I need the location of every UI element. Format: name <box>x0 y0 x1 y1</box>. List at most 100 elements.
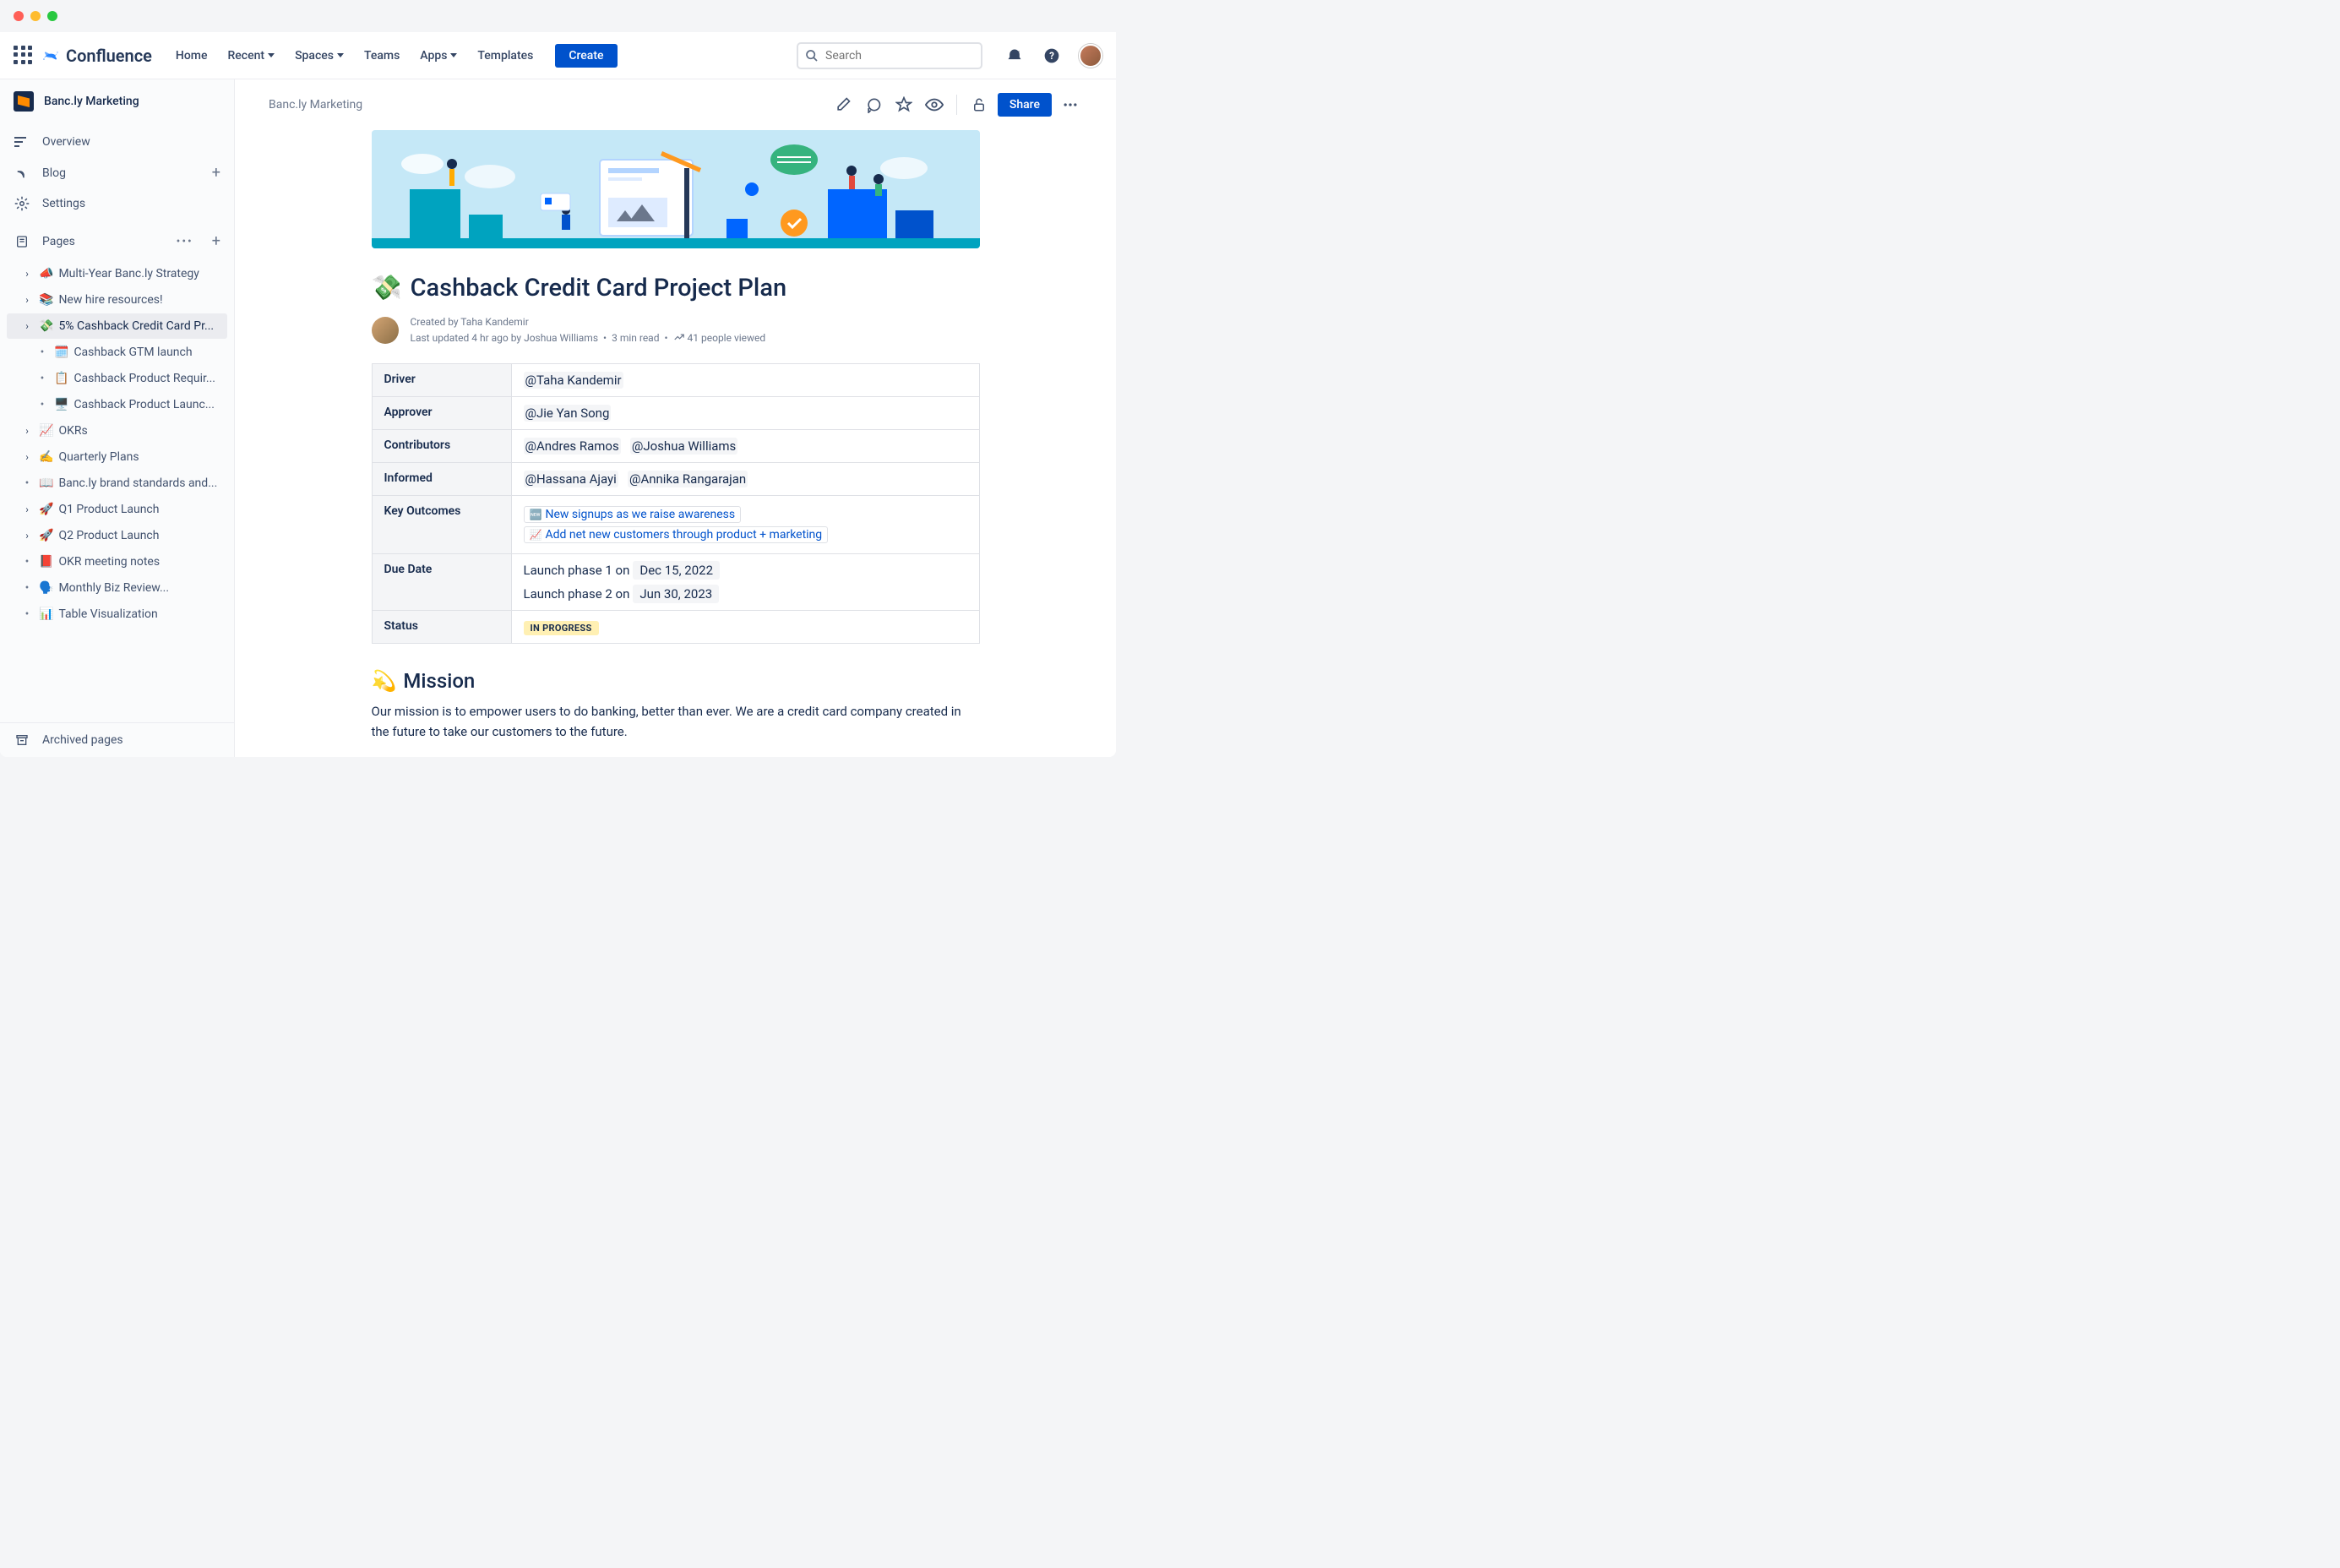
sidebar-settings[interactable]: Settings <box>0 188 234 219</box>
tree-item[interactable]: •🗣️Monthly Biz Review... <box>7 575 227 601</box>
chevron-down-icon <box>268 53 275 57</box>
expand-icon[interactable]: › <box>20 268 34 280</box>
restrictions-icon[interactable] <box>967 93 991 117</box>
tree-item[interactable]: •🗓️Cashback GTM launch <box>7 340 227 365</box>
mission-heading: 💫Mission <box>372 669 980 693</box>
tree-item[interactable]: •📊Table Visualization <box>7 602 227 627</box>
space-header[interactable]: Banc.ly Marketing <box>0 79 234 123</box>
table-header-driver: Driver <box>372 364 511 397</box>
tree-item[interactable]: ›📚New hire resources! <box>7 287 227 313</box>
blog-icon <box>14 165 30 182</box>
outcome-link[interactable]: 🆕New signups as we raise awareness <box>524 506 742 523</box>
tree-item[interactable]: ›✍️Quarterly Plans <box>7 444 227 470</box>
svg-text:?: ? <box>1049 50 1054 62</box>
overview-icon <box>14 133 30 150</box>
expand-icon[interactable]: › <box>20 320 34 332</box>
window-maximize-button[interactable] <box>47 11 57 21</box>
status-badge: IN PROGRESS <box>524 621 599 635</box>
table-cell-approver: @Jie Yan Song <box>511 397 979 430</box>
chevron-down-icon <box>450 53 457 57</box>
space-logo-icon <box>14 91 34 112</box>
expand-icon[interactable]: › <box>20 425 34 437</box>
nav-spaces[interactable]: Spaces <box>288 46 351 66</box>
confluence-icon <box>41 46 61 66</box>
app-switcher-icon[interactable] <box>14 46 34 66</box>
main-content: Banc.ly Marketing Share <box>235 79 1116 757</box>
edit-icon[interactable] <box>831 93 855 117</box>
table-cell-due: Launch phase 1 onDec 15, 2022Launch phas… <box>511 554 979 611</box>
table-header-outcomes: Key Outcomes <box>372 496 511 554</box>
confluence-logo[interactable]: Confluence <box>41 46 152 66</box>
table-cell-driver: @Taha Kandemir <box>511 364 979 397</box>
search-container <box>797 42 982 69</box>
archive-icon <box>14 732 30 749</box>
sidebar-blog[interactable]: Blog+ <box>0 157 234 188</box>
expand-icon[interactable]: › <box>20 504 34 515</box>
bullet-icon: • <box>35 398 49 411</box>
page-title: 💸Cashback Credit Card Project Plan <box>372 274 980 302</box>
nav-templates[interactable]: Templates <box>471 46 540 66</box>
add-blog-button[interactable]: + <box>212 164 220 182</box>
divider <box>956 95 957 115</box>
space-name: Banc.ly Marketing <box>44 95 139 108</box>
comment-icon[interactable] <box>862 93 885 117</box>
tree-item[interactable]: ›🚀Q2 Product Launch <box>7 523 227 548</box>
sidebar-archived[interactable]: Archived pages <box>0 722 234 757</box>
table-header-approver: Approver <box>372 397 511 430</box>
tree-item[interactable]: ›📣Multi-Year Banc.ly Strategy <box>7 261 227 286</box>
sidebar-overview[interactable]: Overview <box>0 127 234 157</box>
window-close-button[interactable] <box>14 11 24 21</box>
nav-teams[interactable]: Teams <box>357 46 406 66</box>
pages-icon <box>14 233 30 250</box>
notifications-icon[interactable] <box>1004 46 1025 66</box>
expand-icon[interactable]: › <box>20 451 34 463</box>
user-avatar[interactable] <box>1079 44 1102 68</box>
table-header-contributors: Contributors <box>372 430 511 463</box>
window-titlebar <box>0 0 1116 32</box>
tree-item[interactable]: ›📈OKRs <box>7 418 227 444</box>
table-cell-informed: @Hassana Ajayi @Annika Rangarajan <box>511 463 979 496</box>
bullet-icon: • <box>20 476 34 490</box>
nav-apps[interactable]: Apps <box>413 46 464 66</box>
search-input[interactable] <box>797 42 982 69</box>
table-header-status: Status <box>372 611 511 644</box>
nav-home[interactable]: Home <box>169 46 215 66</box>
gear-icon <box>14 195 30 212</box>
tree-item[interactable]: •📕OKR meeting notes <box>7 549 227 574</box>
add-page-button[interactable]: + <box>212 232 220 250</box>
sidebar: Banc.ly Marketing Overview Blog+ Setting… <box>0 79 235 757</box>
bullet-icon: • <box>20 555 34 569</box>
table-header-informed: Informed <box>372 463 511 496</box>
expand-icon[interactable]: › <box>20 294 34 306</box>
window-minimize-button[interactable] <box>30 11 41 21</box>
page-header: Banc.ly Marketing Share <box>269 79 1082 130</box>
watch-icon[interactable] <box>922 93 946 117</box>
tree-item[interactable]: •📋Cashback Product Requir... <box>7 366 227 391</box>
pages-more-icon[interactable]: ••• <box>177 235 193 248</box>
search-icon <box>805 49 819 66</box>
help-icon[interactable]: ? <box>1042 46 1062 66</box>
table-cell-status: IN PROGRESS <box>511 611 979 644</box>
more-actions-icon[interactable] <box>1058 93 1082 117</box>
bullet-icon: • <box>20 607 34 621</box>
tree-item[interactable]: •🖥️Cashback Product Launc... <box>7 392 227 417</box>
breadcrumb[interactable]: Banc.ly Marketing <box>269 98 362 112</box>
share-button[interactable]: Share <box>998 93 1052 117</box>
author-avatar[interactable] <box>372 317 399 344</box>
top-navigation: Confluence Home Recent Spaces Teams Apps… <box>0 32 1116 79</box>
page-banner <box>372 130 980 248</box>
mission-body: Our mission is to empower users to do ba… <box>372 701 980 742</box>
sidebar-pages[interactable]: Pages•••+ <box>0 226 234 257</box>
expand-icon[interactable]: › <box>20 530 34 542</box>
outcome-link[interactable]: 📈Add net new customers through product +… <box>524 526 829 543</box>
tree-item[interactable]: ›🚀Q1 Product Launch <box>7 497 227 522</box>
star-icon[interactable] <box>892 93 916 117</box>
chevron-down-icon <box>337 53 344 57</box>
bullet-icon: • <box>20 581 34 595</box>
product-name: Confluence <box>66 46 152 66</box>
bullet-icon: • <box>35 346 49 359</box>
nav-recent[interactable]: Recent <box>220 46 281 66</box>
tree-item[interactable]: ›💸5% Cashback Credit Card Pr... <box>7 313 227 339</box>
tree-item[interactable]: •📖Banc.ly brand standards and... <box>7 471 227 496</box>
create-button[interactable]: Create <box>555 44 617 68</box>
